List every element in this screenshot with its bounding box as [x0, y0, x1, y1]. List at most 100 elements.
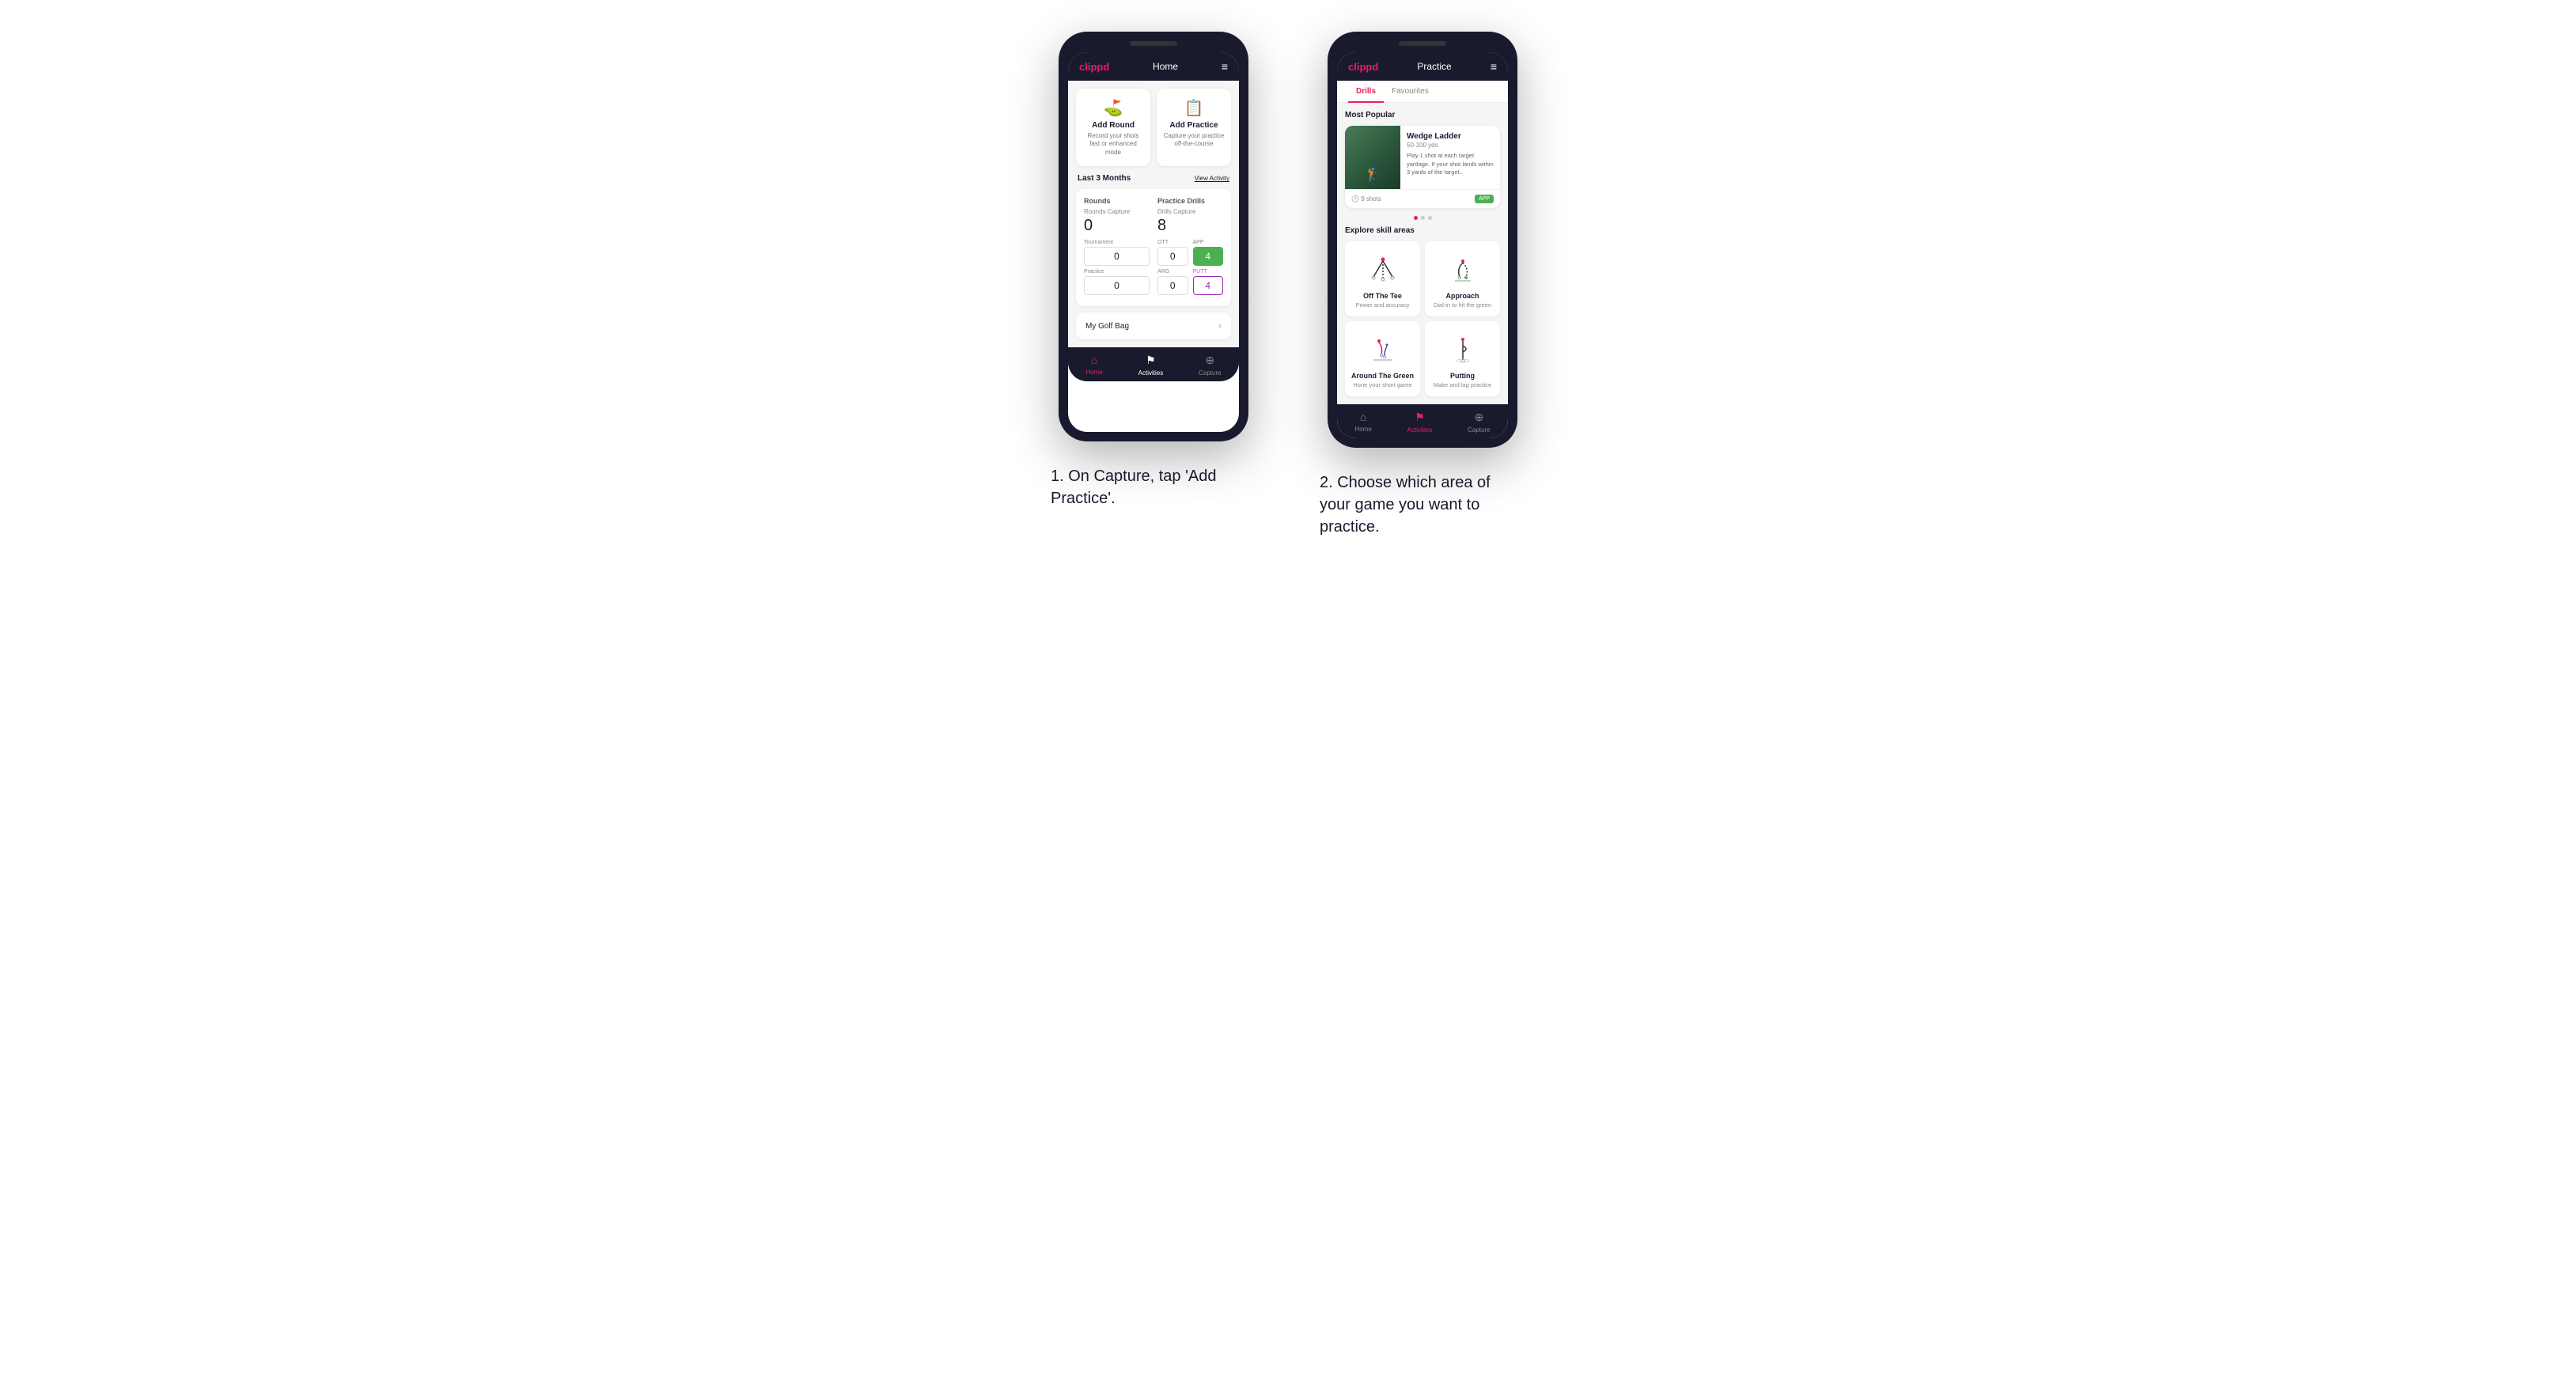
dot-2 [1421, 216, 1425, 220]
stats-header: Last 3 Months View Activity [1076, 174, 1231, 183]
nav-capture-1[interactable]: ⊕ Capture [1199, 354, 1221, 377]
rounds-col: Rounds Rounds Capture 0 Tournament 0 [1084, 197, 1150, 298]
ott-stat: OTT 0 [1157, 240, 1188, 266]
drills-total: 8 [1157, 217, 1223, 235]
golf-bag-row[interactable]: My Golf Bag › [1076, 312, 1231, 339]
ott-label: OTT [1157, 240, 1188, 245]
skill-card-approach[interactable]: Approach Dial-in to hit the green [1425, 241, 1500, 316]
nav-capture-2[interactable]: ⊕ Capture [1468, 411, 1490, 434]
phone-2: clippd Practice ≡ Drills Favourites Most… [1328, 32, 1517, 448]
logo-2: clippd [1348, 61, 1378, 73]
skill-card-ott[interactable]: Off The Tee Power and accuracy [1345, 241, 1420, 316]
capture-icon-1: ⊕ [1205, 354, 1214, 367]
nav-activities-2[interactable]: ⚑ Activities [1407, 411, 1433, 434]
home-label-2: Home [1354, 426, 1371, 433]
hamburger-menu-1[interactable]: ≡ [1222, 60, 1228, 73]
featured-card[interactable]: 🏌️ Wedge Ladder 50-100 yds Play 1 shot a… [1345, 126, 1500, 208]
nav-home-1[interactable]: ⌂ Home [1085, 354, 1102, 377]
add-round-icon: ⛳ [1082, 98, 1144, 118]
tournament-stat: Tournament 0 [1084, 240, 1150, 266]
carousel-dots [1345, 216, 1500, 220]
phone-2-screen: clippd Practice ≡ Drills Favourites Most… [1337, 52, 1508, 438]
rounds-total: 0 [1084, 217, 1150, 235]
skill-card-atg[interactable]: Around The Green Hone your short game [1345, 321, 1420, 396]
drills-row-1: OTT 0 APP 4 [1157, 240, 1223, 266]
view-activity-link[interactable]: View Activity [1195, 175, 1229, 182]
golf-bag-chevron: › [1218, 320, 1222, 331]
nav-activities-1[interactable]: ⚑ Activities [1138, 354, 1164, 377]
putt-stat: PUTT 4 [1193, 269, 1224, 295]
bottom-nav-1: ⌂ Home ⚑ Activities ⊕ Capture [1068, 347, 1239, 381]
putting-icon-area [1431, 329, 1494, 369]
atg-icon-area [1351, 329, 1414, 369]
featured-description: Play 1 shot at each target yardage. If y… [1407, 152, 1494, 177]
rounds-capture-label: Rounds Capture [1084, 208, 1150, 215]
phone-notch-2 [1399, 41, 1446, 46]
putting-name: Putting [1431, 372, 1494, 380]
add-round-card[interactable]: ⛳ Add Round Record your shots fast or en… [1076, 89, 1150, 166]
featured-card-inner: 🏌️ Wedge Ladder 50-100 yds Play 1 shot a… [1345, 126, 1500, 189]
shots-count: 🕐 9 shots [1351, 195, 1381, 203]
page-container: clippd Home ≡ ⛳ Add Round Record your sh… [813, 32, 1763, 538]
phone-1: clippd Home ≡ ⛳ Add Round Record your sh… [1059, 32, 1248, 441]
add-practice-title: Add Practice [1163, 121, 1225, 130]
skill-grid: Off The Tee Power and accuracy [1345, 241, 1500, 396]
rounds-col-title: Rounds [1084, 197, 1150, 205]
drills-capture-label: Drills Capture [1157, 208, 1223, 215]
tournament-value: 0 [1084, 247, 1150, 266]
ott-desc: Power and accuracy [1351, 301, 1414, 309]
putting-desc: Make and lag practice [1431, 381, 1494, 388]
putt-label: PUTT [1193, 269, 1224, 275]
screen-content-1: ⛳ Add Round Record your shots fast or en… [1068, 81, 1239, 347]
logo-1: clippd [1079, 61, 1109, 73]
tab-drills[interactable]: Drills [1348, 81, 1384, 102]
atg-svg-icon [1367, 333, 1399, 365]
screen-header-1: clippd Home ≡ [1068, 52, 1239, 81]
capture-icon-2: ⊕ [1474, 411, 1483, 424]
bottom-nav-2: ⌂ Home ⚑ Activities ⊕ Capture [1337, 404, 1508, 438]
app-stat: APP 4 [1193, 240, 1224, 266]
tournament-label: Tournament [1084, 240, 1150, 245]
practice-value: 0 [1084, 276, 1150, 295]
phone-notch [1130, 41, 1177, 46]
stats-card: Rounds Rounds Capture 0 Tournament 0 [1076, 189, 1231, 306]
add-practice-card[interactable]: 📋 Add Practice Capture your practice off… [1157, 89, 1231, 166]
atg-name: Around The Green [1351, 372, 1414, 380]
action-cards: ⛳ Add Round Record your shots fast or en… [1076, 89, 1231, 166]
practice-content: Most Popular 🏌️ Wedge Ladder 50-100 yds … [1337, 103, 1508, 404]
putting-svg-icon [1447, 333, 1479, 365]
skill-card-putting[interactable]: Putting Make and lag practice [1425, 321, 1500, 396]
ott-icon-area [1351, 249, 1414, 289]
home-label-1: Home [1085, 369, 1102, 376]
featured-yardage: 50-100 yds [1407, 142, 1494, 149]
ott-name: Off The Tee [1351, 292, 1414, 300]
activities-label-1: Activities [1138, 369, 1164, 377]
caption-2: 2. Choose which area of your game you wa… [1320, 471, 1525, 538]
ott-svg-icon [1367, 253, 1399, 285]
home-icon-1: ⌂ [1091, 354, 1097, 366]
featured-title: Wedge Ladder [1407, 132, 1494, 141]
add-practice-icon: 📋 [1163, 98, 1225, 118]
approach-icon-area [1431, 249, 1494, 289]
app-badge: APP [1475, 195, 1494, 203]
nav-home-2[interactable]: ⌂ Home [1354, 411, 1371, 434]
rounds-row: Tournament 0 [1084, 240, 1150, 266]
screen-header-2: clippd Practice ≡ [1337, 52, 1508, 81]
featured-footer: 🕐 9 shots APP [1345, 189, 1500, 208]
tab-favourites[interactable]: Favourites [1384, 81, 1437, 102]
dot-1 [1414, 216, 1418, 220]
golf-bag-label: My Golf Bag [1085, 322, 1129, 331]
phone-section-1: clippd Home ≡ ⛳ Add Round Record your sh… [1051, 32, 1256, 509]
drills-row-2: ARG 0 PUTT 4 [1157, 269, 1223, 295]
dot-3 [1428, 216, 1432, 220]
app-label: APP [1193, 240, 1224, 245]
hamburger-menu-2[interactable]: ≡ [1491, 60, 1497, 73]
approach-name: Approach [1431, 292, 1494, 300]
phone-section-2: clippd Practice ≡ Drills Favourites Most… [1320, 32, 1525, 538]
add-practice-subtitle: Capture your practice off-the-course [1163, 132, 1225, 149]
skill-areas-label: Explore skill areas [1345, 226, 1500, 235]
header-title-1: Home [1153, 61, 1178, 72]
home-icon-2: ⌂ [1360, 411, 1366, 423]
header-title-2: Practice [1417, 61, 1451, 72]
capture-label-2: Capture [1468, 426, 1490, 434]
